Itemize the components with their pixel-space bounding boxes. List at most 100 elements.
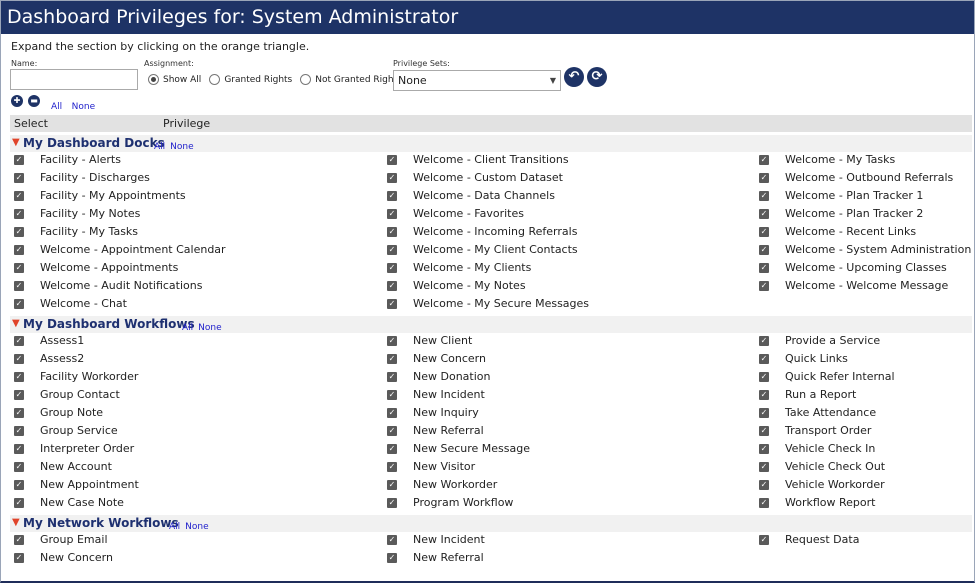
privilege-checkbox[interactable]: ✓ [387, 262, 397, 273]
privilege-checkbox[interactable]: ✓ [759, 497, 769, 508]
privilege-row: ✓ Take Attendance [759, 406, 876, 419]
expand-all-icon[interactable]: ✚ [11, 95, 23, 107]
privilege-checkbox[interactable]: ✓ [14, 208, 24, 219]
name-input[interactable] [10, 69, 138, 90]
privilege-checkbox[interactable]: ✓ [759, 371, 769, 382]
privilege-checkbox[interactable]: ✓ [14, 461, 24, 472]
privilege-checkbox[interactable]: ✓ [387, 335, 397, 346]
section-select-none-link[interactable]: None [198, 323, 221, 333]
privilege-row: ✓ New Incident [387, 388, 485, 401]
expand-triangle-icon[interactable]: ▼ [12, 316, 20, 331]
privilege-checkbox[interactable]: ✓ [759, 244, 769, 255]
radio-granted-rights[interactable]: Granted Rights [209, 74, 292, 85]
privilege-row: ✓ Quick Links [759, 352, 848, 365]
privilege-checkbox[interactable]: ✓ [14, 407, 24, 418]
privilege-checkbox[interactable]: ✓ [14, 280, 24, 291]
undo-button[interactable]: ↶ [564, 67, 584, 87]
privilege-checkbox[interactable]: ✓ [14, 190, 24, 201]
privilege-checkbox[interactable]: ✓ [14, 534, 24, 545]
privilege-checkbox[interactable]: ✓ [759, 443, 769, 454]
refresh-button[interactable]: ⟳ [587, 67, 607, 87]
privilege-checkbox[interactable]: ✓ [759, 190, 769, 201]
privilege-checkbox[interactable]: ✓ [387, 244, 397, 255]
privilege-checkbox[interactable]: ✓ [759, 425, 769, 436]
privilege-checkbox[interactable]: ✓ [759, 407, 769, 418]
assignment-label: Assignment: [144, 59, 194, 68]
privilege-checkbox[interactable]: ✓ [14, 371, 24, 382]
privilege-checkbox[interactable]: ✓ [759, 353, 769, 364]
privilege-checkbox[interactable]: ✓ [14, 552, 24, 563]
privilege-row: ✓ Vehicle Workorder [759, 478, 885, 491]
expand-triangle-icon[interactable]: ▼ [12, 515, 20, 530]
privilege-checkbox[interactable]: ✓ [759, 461, 769, 472]
privilege-sets-select[interactable]: None ▼ [393, 70, 561, 91]
privilege-checkbox[interactable]: ✓ [759, 208, 769, 219]
section-select-none-link[interactable]: None [170, 142, 193, 152]
privilege-checkbox[interactable]: ✓ [387, 298, 397, 309]
privilege-checkbox[interactable]: ✓ [14, 262, 24, 273]
privilege-row: ✓ Welcome - Audit Notifications [14, 279, 202, 292]
section-select-all-link[interactable]: All [154, 142, 165, 152]
privilege-checkbox[interactable]: ✓ [14, 389, 24, 400]
privilege-checkbox[interactable]: ✓ [387, 280, 397, 291]
privilege-checkbox[interactable]: ✓ [387, 407, 397, 418]
privilege-checkbox[interactable]: ✓ [387, 226, 397, 237]
privilege-checkbox[interactable]: ✓ [759, 280, 769, 291]
privilege-row: ✓ Workflow Report [759, 496, 875, 509]
privilege-checkbox[interactable]: ✓ [14, 353, 24, 364]
radio-not-granted-rights[interactable]: Not Granted Rights [300, 74, 402, 85]
privilege-checkbox[interactable]: ✓ [387, 190, 397, 201]
section-select-links: All None [182, 320, 227, 333]
privilege-checkbox[interactable]: ✓ [14, 244, 24, 255]
section-select-none-link[interactable]: None [185, 522, 208, 532]
section-select-all-link[interactable]: All [182, 323, 193, 333]
privilege-checkbox[interactable]: ✓ [387, 353, 397, 364]
privilege-label: Welcome - System Administration [785, 243, 972, 256]
privilege-row: ✓ Group Note [14, 406, 103, 419]
privilege-checkbox[interactable]: ✓ [759, 534, 769, 545]
privilege-checkbox[interactable]: ✓ [14, 479, 24, 490]
expand-triangle-icon[interactable]: ▼ [12, 135, 20, 150]
radio-label: Not Granted Rights [315, 74, 402, 85]
privilege-checkbox[interactable]: ✓ [387, 534, 397, 545]
radio-show-all[interactable]: Show All [148, 74, 201, 85]
privilege-checkbox[interactable]: ✓ [14, 425, 24, 436]
privilege-checkbox[interactable]: ✓ [14, 154, 24, 165]
privilege-checkbox[interactable]: ✓ [14, 335, 24, 346]
select-all-link[interactable]: All [51, 102, 62, 112]
section-select-all-link[interactable]: All [169, 522, 180, 532]
privilege-label: New Incident [413, 388, 485, 401]
privilege-label: Provide a Service [785, 334, 881, 347]
privilege-checkbox[interactable]: ✓ [14, 298, 24, 309]
privilege-checkbox[interactable]: ✓ [759, 389, 769, 400]
privilege-checkbox[interactable]: ✓ [387, 172, 397, 183]
privilege-row: ✓ Run a Report [759, 388, 856, 401]
privilege-checkbox[interactable]: ✓ [759, 226, 769, 237]
privilege-row: ✓ Facility - Discharges [14, 171, 150, 184]
privilege-checkbox[interactable]: ✓ [387, 497, 397, 508]
privilege-checkbox[interactable]: ✓ [759, 172, 769, 183]
privilege-checkbox[interactable]: ✓ [387, 479, 397, 490]
privilege-checkbox[interactable]: ✓ [387, 461, 397, 472]
select-none-link[interactable]: None [72, 102, 95, 112]
privilege-checkbox[interactable]: ✓ [759, 335, 769, 346]
privilege-checkbox[interactable]: ✓ [14, 172, 24, 183]
privilege-label: Facility - My Tasks [40, 225, 139, 238]
collapse-all-icon[interactable]: ▬ [28, 95, 40, 107]
privilege-checkbox[interactable]: ✓ [387, 443, 397, 454]
privilege-row: ✓ Assess2 [14, 352, 84, 365]
privilege-checkbox[interactable]: ✓ [387, 154, 397, 165]
privilege-checkbox[interactable]: ✓ [14, 443, 24, 454]
privilege-checkbox[interactable]: ✓ [387, 425, 397, 436]
privilege-checkbox[interactable]: ✓ [759, 262, 769, 273]
privilege-label: Transport Order [785, 424, 872, 437]
privilege-checkbox[interactable]: ✓ [387, 208, 397, 219]
privilege-checkbox[interactable]: ✓ [387, 389, 397, 400]
privilege-checkbox[interactable]: ✓ [387, 371, 397, 382]
privilege-checkbox[interactable]: ✓ [759, 479, 769, 490]
privilege-row: ✓ Facility - My Notes [14, 207, 140, 220]
privilege-checkbox[interactable]: ✓ [759, 154, 769, 165]
privilege-checkbox[interactable]: ✓ [14, 226, 24, 237]
privilege-checkbox[interactable]: ✓ [387, 552, 397, 563]
privilege-checkbox[interactable]: ✓ [14, 497, 24, 508]
